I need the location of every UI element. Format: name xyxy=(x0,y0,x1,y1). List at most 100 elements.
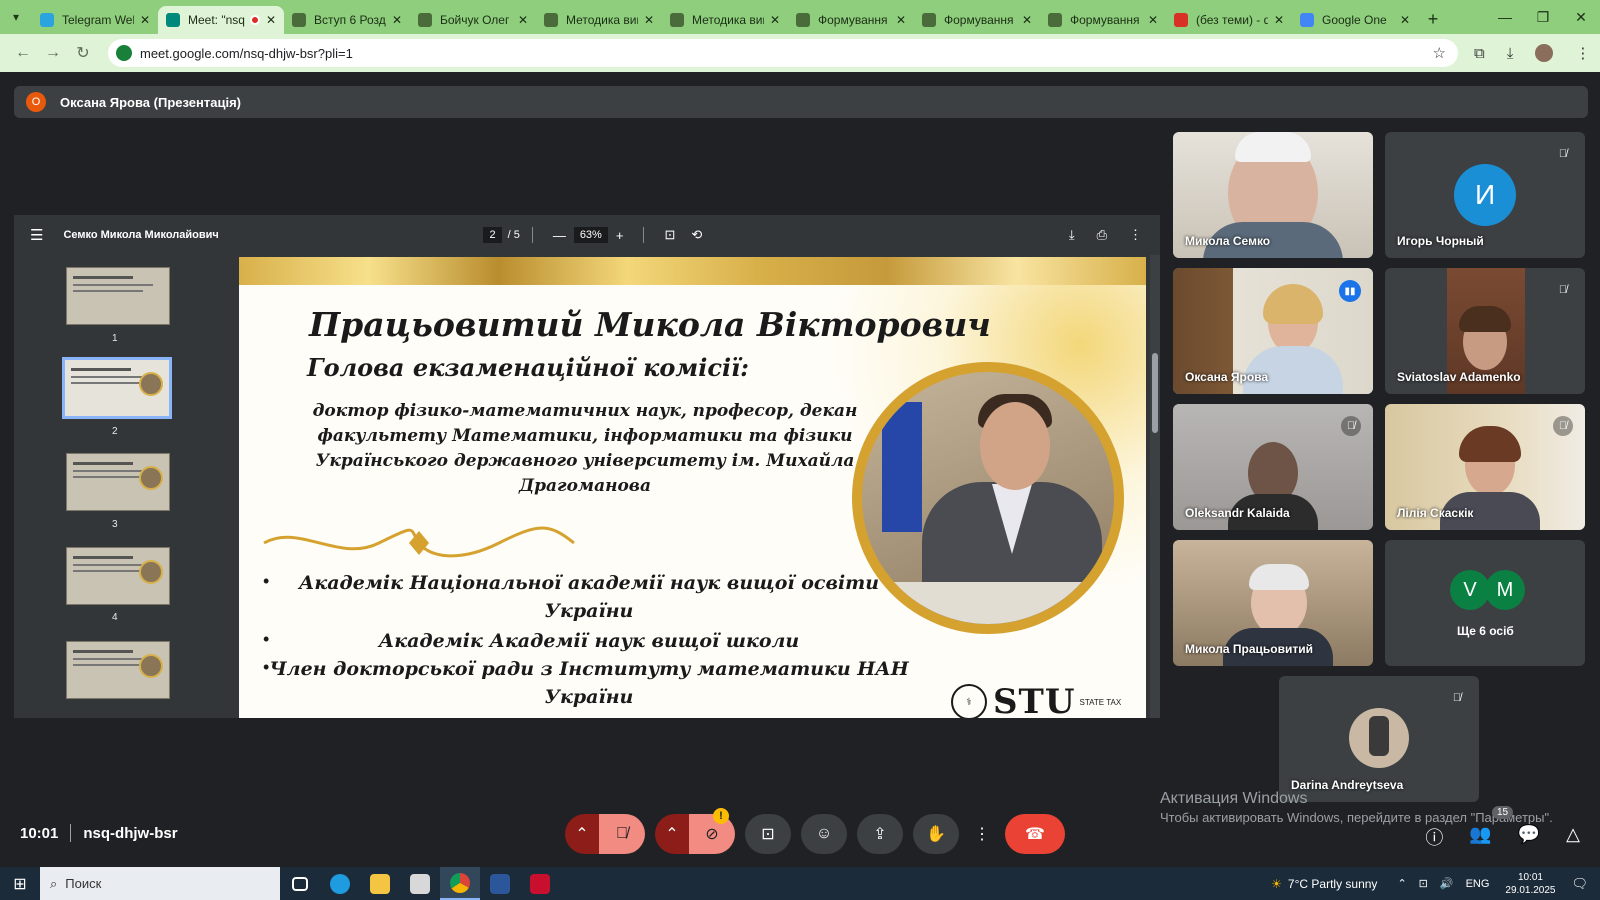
pdf-menu-icon[interactable]: ☰ xyxy=(30,226,43,244)
url-input[interactable]: meet.google.com/nsq-dhjw-bsr?pli=1 ☆ xyxy=(108,39,1458,67)
url-text: meet.google.com/nsq-dhjw-bsr?pli=1 xyxy=(140,45,353,61)
restore-icon[interactable]: ❐ xyxy=(1524,9,1562,26)
thumbnail-page-5[interactable] xyxy=(66,641,170,699)
volume-icon[interactable]: 🔊 xyxy=(1440,877,1454,890)
captions-button[interactable]: ⊡ xyxy=(745,814,791,854)
forward-icon[interactable]: → xyxy=(38,44,68,62)
close-window-icon[interactable]: ✕ xyxy=(1562,9,1600,26)
pdf-download-icon[interactable]: ⤓ xyxy=(1069,227,1075,243)
taskbar-clock[interactable]: 10:01 29.01.2025 xyxy=(1505,871,1555,897)
language-indicator[interactable]: ENG xyxy=(1466,878,1490,890)
activities-icon[interactable]: △ xyxy=(1566,824,1580,850)
meeting-time: 10:01 xyxy=(20,824,59,842)
participant-name: Sviatoslav Adamenko xyxy=(1397,370,1521,384)
browser-tab[interactable]: Google One ✕ xyxy=(1292,6,1418,34)
tray-chevron-icon[interactable]: ⌃ xyxy=(1397,877,1406,890)
participant-tile[interactable]: 🎙̸ Oleksandr Kalaida xyxy=(1173,404,1373,530)
browser-tab[interactable]: Meet: "nsq ✕ xyxy=(158,6,284,34)
chrome-icon[interactable] xyxy=(440,867,480,900)
pdf-scrollbar[interactable] xyxy=(1150,255,1160,718)
weather-widget[interactable]: ☀ 7°C Partly sunny xyxy=(1271,877,1377,891)
profile-avatar[interactable] xyxy=(1535,44,1554,62)
browser-menu-icon[interactable]: ⋮ xyxy=(1575,44,1590,62)
fit-page-icon[interactable]: ⊡ xyxy=(664,227,675,243)
warning-icon: ! xyxy=(713,808,729,824)
back-icon[interactable]: ← xyxy=(8,44,38,62)
participant-tile[interactable]: 🎙̸ Sviatoslav Adamenko xyxy=(1385,268,1585,394)
zoom-level-input[interactable]: 63% xyxy=(573,227,608,243)
participant-tile[interactable]: 🎙̸ Лілія Скаскік xyxy=(1385,404,1585,530)
close-tab-icon[interactable]: ✕ xyxy=(770,13,780,27)
thumbnail-page-2[interactable] xyxy=(62,357,172,419)
print-icon[interactable]: ⎙ xyxy=(1097,227,1107,243)
reload-icon[interactable]: ↻ xyxy=(68,43,98,63)
zoom-out-icon[interactable]: — xyxy=(553,228,566,243)
participant-name: Игорь Чорный xyxy=(1397,234,1484,248)
slide-bullet-1: Академік Національної академії наук вищо… xyxy=(298,572,880,622)
browser-tab[interactable]: Вступ 6 Розділ ✕ xyxy=(284,6,410,34)
thumbnail-page-1[interactable] xyxy=(66,267,170,325)
raise-hand-button[interactable]: ✋ xyxy=(913,814,959,854)
browser-tab[interactable]: Методика вик ✕ xyxy=(662,6,788,34)
close-tab-icon[interactable]: ✕ xyxy=(392,13,402,27)
video-options-chevron-icon[interactable]: ⌃ xyxy=(655,814,689,854)
close-tab-icon[interactable]: ✕ xyxy=(266,13,276,27)
close-tab-icon[interactable]: ✕ xyxy=(644,13,654,27)
thumbnail-number: 3 xyxy=(112,519,118,530)
pdf-more-icon[interactable]: ⋮ xyxy=(1129,227,1142,243)
participant-tile[interactable]: Микола Працьовитий xyxy=(1173,540,1373,666)
browser-tab[interactable]: Telegram Web ✕ xyxy=(32,6,158,34)
audio-options-chevron-icon[interactable]: ⌃ xyxy=(565,814,599,854)
meeting-info-icon[interactable]: ⓘ xyxy=(1425,824,1443,850)
notifications-icon[interactable]: 🗨 xyxy=(1571,876,1588,892)
browser-tab[interactable]: Методика вик ✕ xyxy=(536,6,662,34)
close-tab-icon[interactable]: ✕ xyxy=(1274,13,1284,27)
browser-tab[interactable]: Бойчук Олег Іі ✕ xyxy=(410,6,536,34)
rotate-icon[interactable]: ⟲ xyxy=(691,227,702,243)
download-icon[interactable]: ⤓ xyxy=(1507,45,1514,62)
store-icon[interactable] xyxy=(400,867,440,900)
participant-tile[interactable]: И 🎙̸ Игорь Чорный xyxy=(1385,132,1585,258)
thumbnail-page-4[interactable] xyxy=(66,547,170,605)
present-screen-button[interactable]: ⇪ xyxy=(857,814,903,854)
close-tab-icon[interactable]: ✕ xyxy=(896,13,906,27)
self-view-tile[interactable]: 🎙̸ Darina Andreytseva xyxy=(1279,676,1479,802)
browser-tab[interactable]: (без теми) - du ✕ xyxy=(1166,6,1292,34)
tab-search-icon[interactable]: ▾ xyxy=(0,0,32,34)
windows-start-icon[interactable]: ⊞ xyxy=(0,874,40,894)
close-tab-icon[interactable]: ✕ xyxy=(518,13,528,27)
more-options-icon[interactable]: ⋮ xyxy=(969,814,995,854)
others-tile[interactable]: V M Ще 6 осіб xyxy=(1385,540,1585,666)
page-number-input[interactable]: 2 xyxy=(483,227,502,243)
task-view-icon[interactable] xyxy=(280,867,320,900)
bookmark-star-icon[interactable]: ☆ xyxy=(1433,44,1446,62)
network-icon[interactable]: ⊡ xyxy=(1419,877,1428,890)
thumbnail-number: 1 xyxy=(112,333,118,344)
pdf-reader-icon[interactable] xyxy=(520,867,560,900)
people-icon[interactable]: 👥 xyxy=(1469,824,1491,850)
participant-tile[interactable]: Микола Семко xyxy=(1173,132,1373,258)
close-tab-icon[interactable]: ✕ xyxy=(1022,13,1032,27)
browser-tab[interactable]: Формування у ✕ xyxy=(788,6,914,34)
edge-icon[interactable] xyxy=(320,867,360,900)
zoom-in-icon[interactable]: + xyxy=(616,228,624,243)
close-tab-icon[interactable]: ✕ xyxy=(140,13,150,27)
browser-tab[interactable]: Формування в ✕ xyxy=(914,6,1040,34)
minimize-icon[interactable]: — xyxy=(1486,9,1524,26)
emoji-reaction-button[interactable]: ☺ xyxy=(801,814,847,854)
browser-tab[interactable]: Формування у ✕ xyxy=(1040,6,1166,34)
leave-call-button[interactable]: ☎ xyxy=(1005,814,1065,854)
file-explorer-icon[interactable] xyxy=(360,867,400,900)
mic-off-button[interactable]: 🎙̸ xyxy=(599,814,645,854)
close-tab-icon[interactable]: ✕ xyxy=(1400,13,1410,27)
site-info-icon[interactable] xyxy=(116,45,132,61)
participant-tile-speaking[interactable]: ▮▮ Оксана Ярова xyxy=(1173,268,1373,394)
close-tab-icon[interactable]: ✕ xyxy=(1148,13,1158,27)
extensions-icon[interactable]: ⧉ xyxy=(1474,45,1485,62)
word-icon[interactable] xyxy=(480,867,520,900)
camera-off-button[interactable]: ⊘! xyxy=(689,808,735,854)
thumbnail-page-3[interactable] xyxy=(66,453,170,511)
taskbar-search[interactable]: ⌕ Поиск xyxy=(40,867,280,900)
chat-icon[interactable]: 💬 xyxy=(1518,824,1540,850)
new-tab-button[interactable]: + xyxy=(1418,9,1448,30)
